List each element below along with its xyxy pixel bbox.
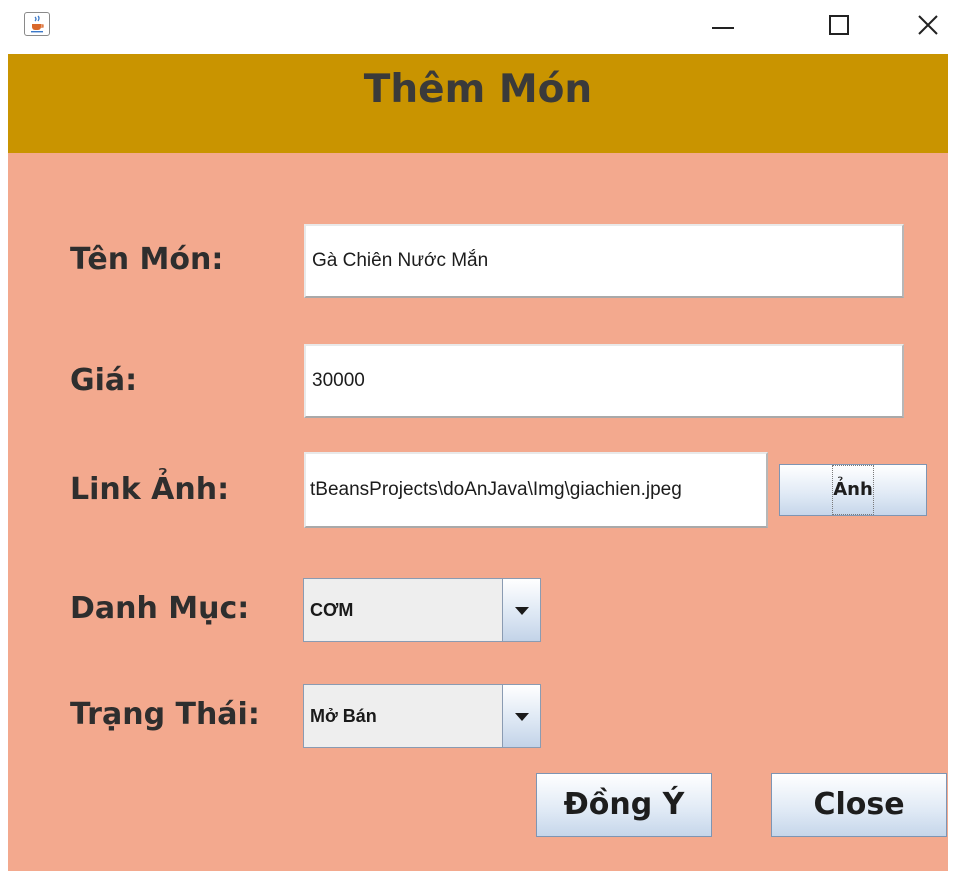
close-button[interactable]: Close [771,773,947,837]
chevron-down-icon[interactable] [502,685,540,747]
category-label: Danh Mục: [70,591,250,626]
price-input[interactable]: 30000 [304,344,904,418]
maximize-button[interactable] [825,10,855,40]
image-path-input[interactable]: tBeansProjects\doAnJava\Img\giachien.jpe… [304,452,768,528]
close-icon [918,15,938,35]
browse-image-button[interactable]: Ảnh [779,464,927,516]
confirm-button[interactable]: Đồng Ý [536,773,712,837]
header-banner: Thêm Món [8,54,948,153]
browse-image-label: Ảnh [832,465,874,515]
category-selected-value: CƠM [310,599,354,620]
form-panel: Thêm Món Tên Món: Gà Chiên Nước Mắn Giá:… [8,54,948,871]
status-select[interactable]: Mở Bán [303,684,541,748]
java-cup-icon [24,12,50,36]
page-title: Thêm Món [363,67,593,112]
status-label: Trạng Thái: [70,697,260,732]
minimize-button[interactable] [708,10,738,40]
category-select[interactable]: CƠM [303,578,541,642]
chevron-down-icon[interactable] [502,579,540,641]
window-titlebar[interactable] [0,0,956,54]
price-label: Giá: [70,363,138,398]
dish-name-input[interactable]: Gà Chiên Nước Mắn [304,224,904,298]
dish-name-label: Tên Món: [70,242,224,277]
close-window-button[interactable] [913,10,943,40]
image-link-label: Link Ảnh: [70,472,230,507]
status-selected-value: Mở Bán [310,705,377,726]
